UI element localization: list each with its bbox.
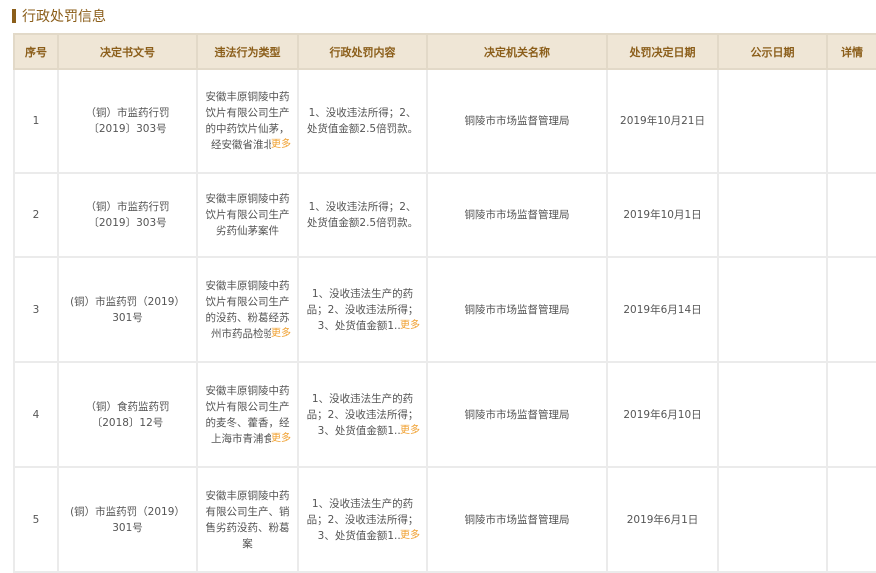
cell-decision-date: 2019年6月14日	[606, 256, 719, 363]
cell-decision-date: 2019年10月21日	[606, 68, 719, 174]
table-row: 5 (铜）市监药罚（2019）301号 安徽丰原铜陵中药有限公司生产、销售劣药没药、…	[13, 466, 876, 573]
more-link[interactable]: 更多	[271, 137, 291, 153]
cell-authority: 铜陵市市场监督管理局	[426, 172, 608, 258]
cell-decision-date: 2019年6月10日	[606, 361, 719, 468]
header-decision-date: 处罚决定日期	[606, 33, 719, 70]
cell-doc-no: （铜）食药监药罚〔2018〕12号	[57, 361, 198, 468]
cell-publish-date	[717, 361, 828, 468]
more-link[interactable]: 更多	[400, 527, 420, 544]
header-violation: 违法行为类型	[196, 33, 299, 70]
cell-doc-no: （铜）市监药行罚〔2019〕303号	[57, 172, 198, 258]
cell-content: 1、没收违法生产的药品；2、没收违法所得；3、处货值金额1.... 更多	[297, 361, 428, 468]
more-link[interactable]: 更多	[271, 430, 291, 447]
cell-decision-date: 2019年10月1日	[606, 172, 719, 258]
cell-violation: 安徽丰原铜陵中药饮片有限公司生产的中药饮片仙茅，经安徽省淮北... 更多	[196, 68, 299, 174]
more-link[interactable]: 更多	[271, 325, 291, 342]
cell-content: 1、没收违法生产的药品；2、没收违法所得；3、处货值金额1.... 更多	[297, 466, 428, 573]
cell-authority: 铜陵市市场监督管理局	[426, 466, 608, 573]
cell-index: 5	[13, 466, 59, 573]
cell-detail[interactable]	[826, 68, 876, 174]
more-link[interactable]: 更多	[400, 422, 420, 439]
penalty-table: 序号 决定书文号 违法行为类型 行政处罚内容 决定机关名称 处罚决定日期 公示日…	[13, 33, 876, 573]
cell-doc-no: (铜）市监药罚（2019）301号	[57, 466, 198, 573]
cell-publish-date	[717, 68, 828, 174]
cell-authority: 铜陵市市场监督管理局	[426, 68, 608, 174]
cell-content: 1、没收违法生产的药品；2、没收违法所得；3、处货值金额1.... 更多	[297, 256, 428, 363]
header-detail: 详情	[826, 33, 876, 70]
cell-index: 4	[13, 361, 59, 468]
more-link[interactable]: 更多	[400, 317, 420, 334]
title-accent-bar	[12, 9, 16, 23]
cell-decision-date: 2019年6月1日	[606, 466, 719, 573]
cell-detail[interactable]	[826, 466, 876, 573]
table-row: 2 （铜）市监药行罚〔2019〕303号 安徽丰原铜陵中药饮片有限公司生产劣药仙茅案…	[13, 172, 876, 258]
table-header-row: 序号 决定书文号 违法行为类型 行政处罚内容 决定机关名称 处罚决定日期 公示日…	[13, 33, 876, 70]
cell-authority: 铜陵市市场监督管理局	[426, 361, 608, 468]
cell-violation: 安徽丰原铜陵中药饮片有限公司生产的麦冬、藿香，经上海市青浦食... 更多	[196, 361, 299, 468]
violation-text: 安徽丰原铜陵中药有限公司生产、销售劣药没药、粉葛案	[205, 489, 290, 550]
header-authority: 决定机关名称	[426, 33, 608, 70]
cell-doc-no: （铜）市监药行罚〔2019〕303号	[57, 68, 198, 174]
cell-content: 1、没收违法所得；2、处货值金额2.5倍罚款。	[297, 68, 428, 174]
cell-violation: 安徽丰原铜陵中药有限公司生产、销售劣药没药、粉葛案	[196, 466, 299, 573]
content-text: 1、没收违法所得；2、处货值金额2.5倍罚款。	[306, 201, 419, 229]
cell-publish-date	[717, 466, 828, 573]
header-content: 行政处罚内容	[297, 33, 428, 70]
cell-publish-date	[717, 256, 828, 363]
cell-detail[interactable]	[826, 361, 876, 468]
header-doc-no: 决定书文号	[57, 33, 198, 70]
cell-publish-date	[717, 172, 828, 258]
header-index: 序号	[13, 33, 59, 70]
table-row: 4 （铜）食药监药罚〔2018〕12号 安徽丰原铜陵中药饮片有限公司生产的麦冬、藿香…	[13, 361, 876, 468]
cell-violation: 安徽丰原铜陵中药饮片有限公司生产劣药仙茅案件	[196, 172, 299, 258]
header-publish-date: 公示日期	[717, 33, 828, 70]
cell-index: 3	[13, 256, 59, 363]
cell-detail[interactable]	[826, 172, 876, 258]
cell-index: 1	[13, 68, 59, 174]
cell-index: 2	[13, 172, 59, 258]
violation-text: 安徽丰原铜陵中药饮片有限公司生产劣药仙茅案件	[205, 193, 290, 237]
table-row: 3 (铜）市监药罚（2019）301号 安徽丰原铜陵中药饮片有限公司生产的没药、粉葛…	[13, 256, 876, 363]
section-title: 行政处罚信息	[12, 6, 106, 26]
section-title-text: 行政处罚信息	[22, 9, 106, 25]
cell-violation: 安徽丰原铜陵中药饮片有限公司生产的没药、粉葛经苏州市药品检验... 更多	[196, 256, 299, 363]
cell-doc-no: (铜）市监药罚（2019）301号	[57, 256, 198, 363]
cell-detail[interactable]	[826, 256, 876, 363]
cell-content: 1、没收违法所得；2、处货值金额2.5倍罚款。	[297, 172, 428, 258]
table-row: 1 （铜）市监药行罚〔2019〕303号 安徽丰原铜陵中药饮片有限公司生产的中药饮片…	[13, 68, 876, 174]
content-text: 1、没收违法所得；2、处货值金额2.5倍罚款。	[306, 107, 419, 135]
cell-authority: 铜陵市市场监督管理局	[426, 256, 608, 363]
